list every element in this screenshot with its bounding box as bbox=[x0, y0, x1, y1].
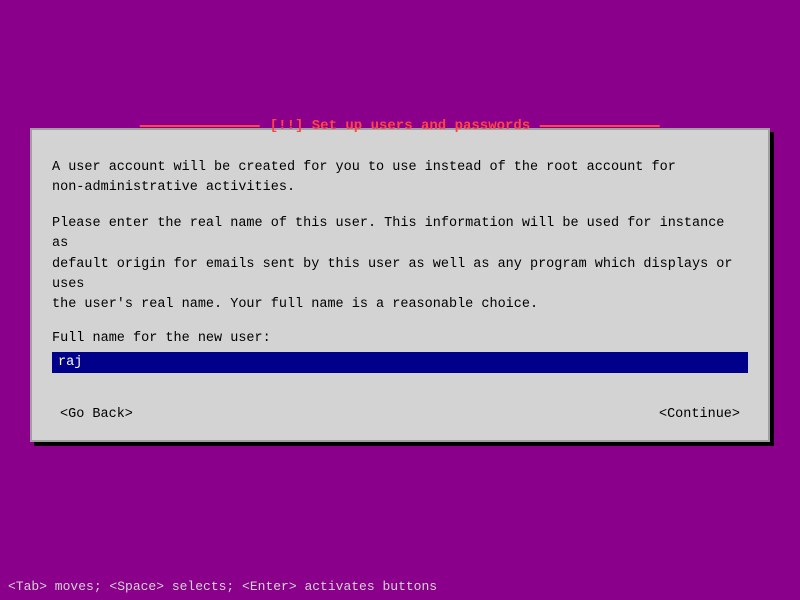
description-1: A user account will be created for you t… bbox=[52, 158, 748, 199]
dialog-box: [!!] Set up users and passwords A user a… bbox=[30, 128, 770, 443]
title-line-right bbox=[540, 125, 660, 127]
dialog-title-bar: [!!] Set up users and passwords bbox=[140, 118, 660, 134]
dialog-title: [!!] Set up users and passwords bbox=[264, 118, 536, 134]
go-back-button[interactable]: <Go Back> bbox=[52, 405, 141, 424]
full-name-input[interactable] bbox=[52, 352, 748, 373]
input-label: Full name for the new user: bbox=[52, 331, 748, 346]
status-bar: <Tab> moves; <Space> selects; <Enter> ac… bbox=[0, 572, 800, 600]
button-row: <Go Back> <Continue> bbox=[32, 389, 768, 440]
description-2: Please enter the real name of this user.… bbox=[52, 214, 748, 315]
title-line-left bbox=[140, 125, 260, 127]
status-bar-text: <Tab> moves; <Space> selects; <Enter> ac… bbox=[8, 579, 437, 594]
continue-button[interactable]: <Continue> bbox=[651, 405, 748, 424]
dialog-content: A user account will be created for you t… bbox=[32, 130, 768, 390]
